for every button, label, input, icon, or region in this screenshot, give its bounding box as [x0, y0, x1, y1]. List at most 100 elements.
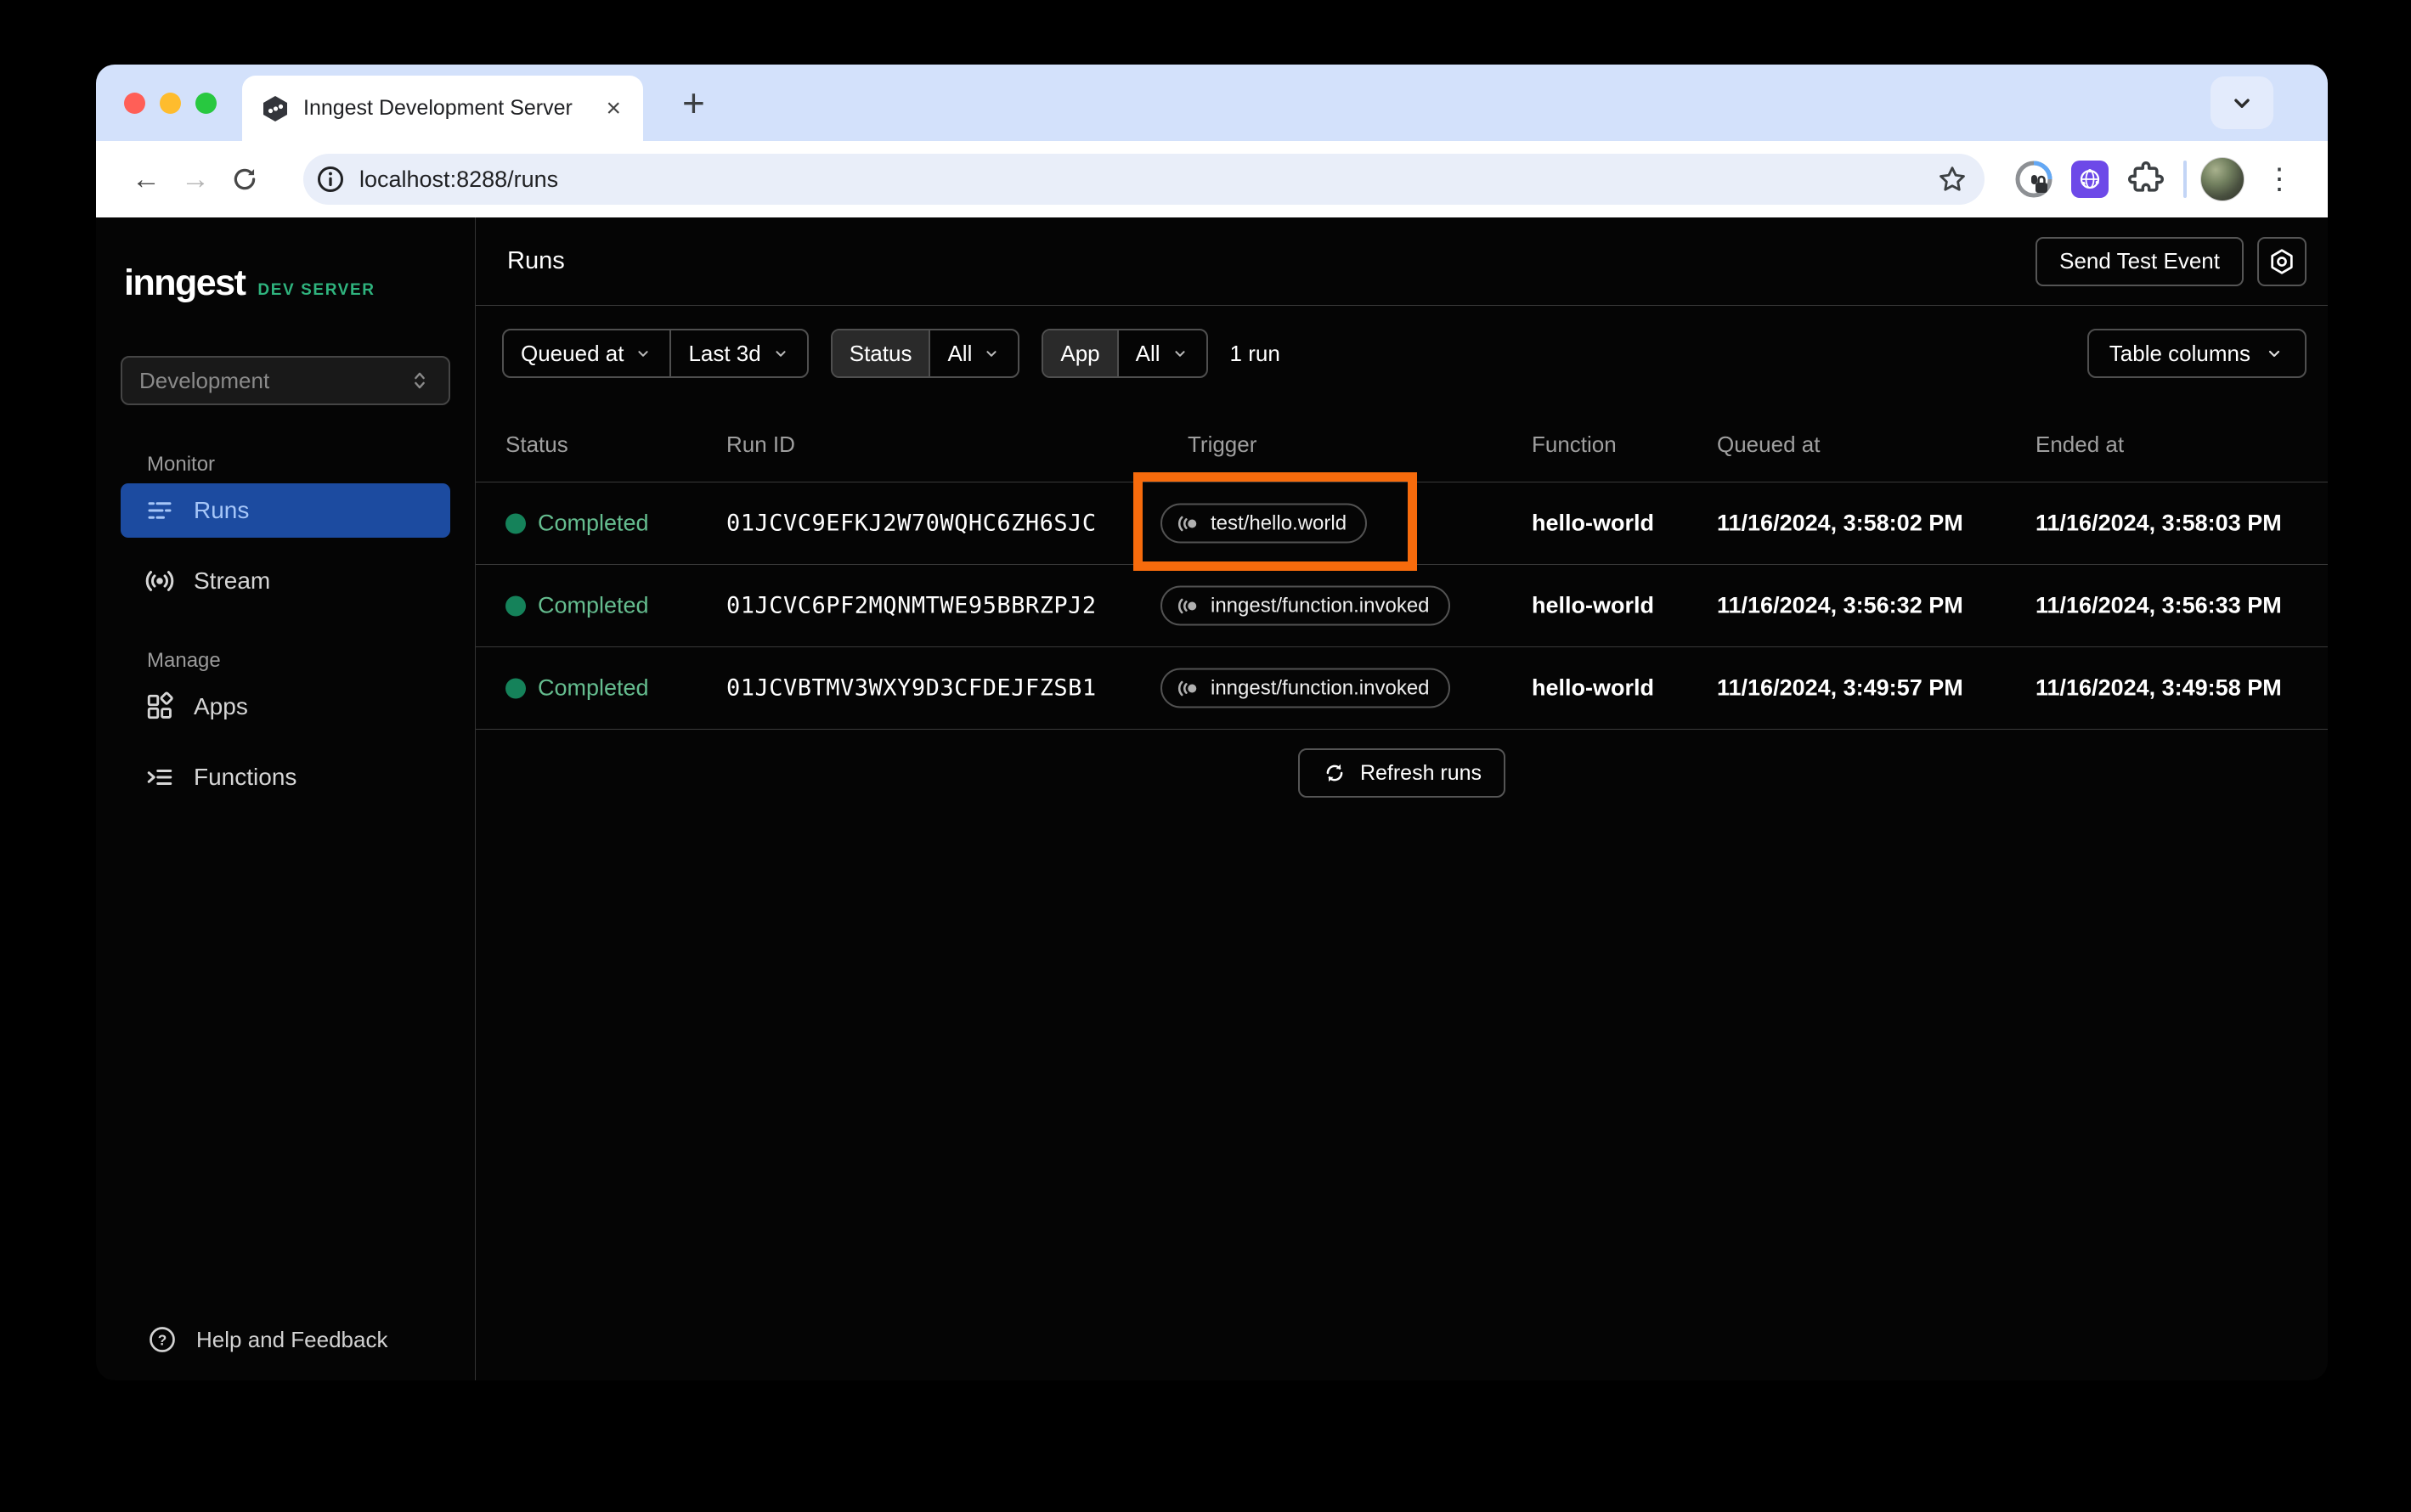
chevron-down-icon	[776, 351, 786, 357]
reload-button[interactable]	[220, 155, 269, 204]
address-bar[interactable]: localhost:8288/runs	[303, 154, 1985, 205]
ended-at-cell: 11/16/2024, 3:58:03 PM	[2036, 510, 2282, 536]
forward-button: →	[181, 162, 210, 195]
time-field-dropdown[interactable]: Queued at	[504, 330, 669, 376]
tab-search-button[interactable]	[2211, 76, 2273, 129]
help-label: Help and Feedback	[196, 1326, 388, 1352]
chevron-down-icon	[2234, 99, 2250, 108]
tab-title: Inngest Development Server	[303, 96, 573, 120]
toolbar-divider	[2183, 161, 2187, 198]
trigger-badge[interactable]: inngest/function.invoked	[1160, 585, 1450, 626]
refresh-runs-label: Refresh runs	[1359, 760, 1482, 785]
sidebar-item-stream[interactable]: Stream	[121, 554, 450, 608]
ended-at-cell: 11/16/2024, 3:49:58 PM	[2036, 674, 2282, 701]
chevron-down-icon	[638, 351, 649, 357]
table-columns-button[interactable]: Table columns	[2086, 329, 2307, 378]
queued-at-cell: 11/16/2024, 3:58:02 PM	[1717, 510, 1963, 536]
event-signal-icon	[1177, 516, 1197, 531]
inngest-logo: inngest	[124, 262, 246, 303]
event-signal-icon	[1177, 598, 1197, 613]
back-button[interactable]: ←	[121, 155, 171, 204]
page-title: Runs	[507, 247, 565, 274]
url-text[interactable]: localhost:8288/runs	[359, 166, 1932, 193]
trigger-cell: inngest/function.invoked	[1160, 585, 1450, 626]
environment-selector-value: Development	[139, 367, 270, 393]
status-filter-dropdown[interactable]: All	[929, 330, 1018, 376]
chevron-down-icon	[986, 351, 997, 357]
send-test-event-button[interactable]: Send Test Event	[2036, 236, 2244, 286]
function-cell: hello-world	[1532, 592, 1654, 618]
site-info-icon[interactable]	[312, 161, 349, 198]
table-row[interactable]: Completed 01JCVC9EFKJ2W70WQHC6ZH6SJC tes…	[476, 482, 2328, 565]
status-cell: Completed	[505, 593, 649, 619]
web-extension-icon[interactable]	[2066, 155, 2114, 203]
queued-at-cell: 11/16/2024, 3:56:32 PM	[1717, 592, 1963, 618]
refresh-icon	[1326, 764, 1343, 782]
stream-broadcast-icon	[144, 565, 176, 597]
extensions-puzzle-icon[interactable]	[2122, 155, 2170, 203]
browser-window: Inngest Development Server × + ← → local…	[96, 65, 2328, 1380]
function-cell: hello-world	[1532, 674, 1654, 701]
environment-selector[interactable]: Development	[121, 356, 450, 405]
sidebar-item-apps[interactable]: Apps	[121, 680, 450, 734]
trigger-badge[interactable]: inngest/function.invoked	[1160, 668, 1450, 708]
trigger-name: inngest/function.invoked	[1211, 676, 1430, 699]
sidebar-item-label: Functions	[194, 764, 297, 790]
refresh-runs-button[interactable]: Refresh runs	[1297, 748, 1506, 798]
help-and-feedback-link[interactable]: ? Help and Feedback	[147, 1324, 387, 1355]
table-header: Status Run ID Trigger Function Queued at…	[476, 401, 2328, 482]
trigger-cell: inngest/function.invoked	[1160, 668, 1450, 708]
run-id-cell[interactable]: 01JCVC9EFKJ2W70WQHC6ZH6SJC	[726, 511, 1097, 537]
window-minimize-button[interactable]	[160, 92, 181, 114]
logo-row: inngest DEV SERVER	[96, 262, 475, 304]
table-columns-label: Table columns	[2109, 340, 2250, 366]
refresh-row: Refresh runs	[476, 748, 2328, 798]
tab-close-icon[interactable]: ×	[602, 95, 624, 121]
apps-grid-icon	[144, 691, 176, 722]
purple-extension-badge	[2071, 161, 2109, 198]
window-zoom-button[interactable]	[195, 92, 217, 114]
status-dot-completed	[505, 678, 526, 698]
browser-tab[interactable]: Inngest Development Server ×	[242, 76, 643, 141]
dev-server-badge: DEV SERVER	[257, 281, 375, 299]
table-row[interactable]: Completed 01JCVBTMV3WXY9D3CFDEJFZSB1 inn…	[476, 647, 2328, 730]
trigger-name: test/hello.world	[1211, 511, 1347, 534]
new-tab-button[interactable]: +	[682, 65, 705, 141]
header-actions: Send Test Event	[2036, 236, 2307, 286]
profile-avatar[interactable]	[2200, 157, 2244, 201]
app-filter-dropdown[interactable]: All	[1116, 330, 1206, 376]
browser-menu-kebab-icon[interactable]: ⋮	[2256, 162, 2302, 196]
page-header: Runs Send Test Event	[476, 217, 2328, 306]
trigger-badge[interactable]: test/hello.world	[1160, 503, 1368, 544]
settings-button[interactable]	[2257, 236, 2307, 286]
ended-at-cell: 11/16/2024, 3:56:33 PM	[2036, 592, 2282, 618]
run-id-cell[interactable]: 01JCVBTMV3WXY9D3CFDEJFZSB1	[726, 675, 1097, 702]
app-content: inngest DEV SERVER Development Monitor R…	[96, 217, 2328, 1380]
sidebar-item-label: Runs	[194, 497, 250, 523]
column-header-queued-at: Queued at	[1717, 432, 1821, 457]
column-header-run-id: Run ID	[726, 432, 795, 457]
run-id-cell[interactable]: 01JCVC6PF2MQNMTWE95BBRZPJ2	[726, 593, 1097, 619]
function-cell: hello-world	[1532, 510, 1654, 536]
bookmark-star-icon[interactable]	[1932, 159, 1973, 200]
nav-section-monitor: Monitor	[147, 453, 216, 476]
status-text: Completed	[538, 674, 649, 701]
inngest-favicon-icon	[261, 94, 290, 123]
sidebar-item-label: Stream	[194, 567, 271, 594]
trigger-name: inngest/function.invoked	[1211, 594, 1430, 617]
sidebar-item-functions[interactable]: Functions	[121, 750, 450, 804]
sidebar-item-label: Apps	[194, 693, 248, 719]
sidebar-item-runs[interactable]: Runs	[121, 483, 450, 538]
app-filter: App All	[1042, 329, 1208, 378]
time-range-dropdown[interactable]: Last 3d	[669, 330, 806, 376]
table-row[interactable]: Completed 01JCVC6PF2MQNMTWE95BBRZPJ2 inn…	[476, 565, 2328, 647]
functions-icon	[144, 762, 176, 793]
selector-chevrons-icon	[408, 369, 432, 392]
window-close-button[interactable]	[124, 92, 145, 114]
time-field-value: Queued at	[521, 340, 624, 366]
filter-bar: Queued at Last 3d Status All App All 1 r…	[476, 306, 2328, 401]
chevron-down-icon	[1174, 351, 1185, 357]
status-filter-label: Status	[832, 330, 929, 376]
column-header-status: Status	[505, 432, 568, 457]
password-manager-extension-icon[interactable]	[2010, 155, 2058, 203]
